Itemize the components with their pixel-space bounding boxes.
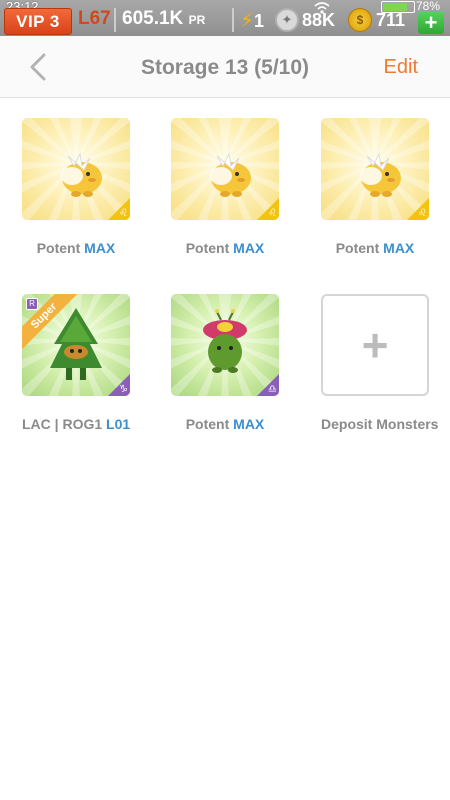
monster-label-level: MAX [383, 240, 415, 256]
power-unit: PR [188, 13, 206, 27]
zodiac-icon: ♌ [119, 208, 128, 219]
monster-card[interactable]: ♎ [171, 294, 279, 396]
monster-label-level: L01 [106, 416, 131, 432]
monster-label: Potent MAX [171, 416, 279, 432]
monster-label-prefix: Potent [335, 240, 384, 256]
coin-icon: $ [348, 8, 372, 32]
monster-slot-5[interactable]: ♎ Potent MAX [171, 294, 279, 432]
monster-slot-4[interactable]: Super R ♑ LAC | ROG1 L01 [22, 294, 130, 432]
edit-button[interactable]: Edit [384, 56, 418, 79]
deposit-label: Deposit Monsters [321, 416, 439, 432]
monster-label: Potent MAX [22, 240, 130, 256]
deposit-monsters-button[interactable]: + [321, 294, 429, 396]
rank-badge: R [26, 298, 38, 310]
player-level: L67 [78, 8, 111, 29]
zodiac-icon: ♌ [268, 208, 277, 219]
monster-label-level: MAX [233, 416, 265, 432]
power-value: 605.1K [122, 8, 184, 29]
food-counter[interactable]: ✦ 88K [275, 8, 335, 32]
monster-card[interactable]: ♌ [321, 118, 429, 220]
page-title: Storage 13 (5/10) [140, 56, 310, 79]
energy-value: 1 [254, 11, 265, 31]
energy-counter[interactable]: ⚡1 [240, 8, 264, 33]
monster-card[interactable]: Super R ♑ [22, 294, 130, 396]
monster-label: Potent MAX [321, 240, 429, 256]
monster-slot-3[interactable]: ♌ Potent MAX [321, 118, 429, 256]
add-currency-button[interactable]: + [418, 12, 444, 34]
monster-label-level: MAX [233, 240, 265, 256]
monster-label-level: MAX [84, 240, 116, 256]
monster-label-prefix: Potent [36, 240, 85, 256]
monster-label-prefix: Potent [185, 416, 234, 432]
monster-label: Potent MAX [171, 240, 279, 256]
game-status-bar: 23:12 VIP 3 L67 605.1K PR ⚡1 ✦ 88K $ 711… [0, 0, 450, 36]
monster-slot-2[interactable]: ♌ Potent MAX [171, 118, 279, 256]
monster-label: LAC | ROG1 L01 [22, 416, 130, 432]
divider [114, 8, 116, 32]
plus-icon: + [361, 319, 389, 371]
divider [232, 8, 234, 32]
monster-label-prefix: LAC | ROG1 [22, 416, 107, 432]
zodiac-icon: ♑ [119, 384, 128, 395]
lightning-icon: ⚡ [240, 10, 255, 32]
food-icon: ✦ [275, 8, 299, 32]
monster-slot-1[interactable]: ♌ Potent MAX [22, 118, 130, 256]
storage-header: Storage 13 (5/10) Edit [0, 36, 450, 98]
monster-card[interactable]: ♌ [171, 118, 279, 220]
monster-card[interactable]: ♌ [22, 118, 130, 220]
zodiac-icon: ♎ [268, 384, 277, 395]
deposit-slot[interactable]: + Deposit Monsters [321, 294, 439, 432]
battery-icon [381, 1, 415, 13]
zodiac-icon: ♌ [418, 208, 427, 219]
power-rating: 605.1K PR [122, 8, 205, 30]
vip-badge[interactable]: VIP 3 [4, 8, 72, 35]
monster-label-prefix: Potent [185, 240, 234, 256]
food-value: 88K [302, 9, 336, 30]
